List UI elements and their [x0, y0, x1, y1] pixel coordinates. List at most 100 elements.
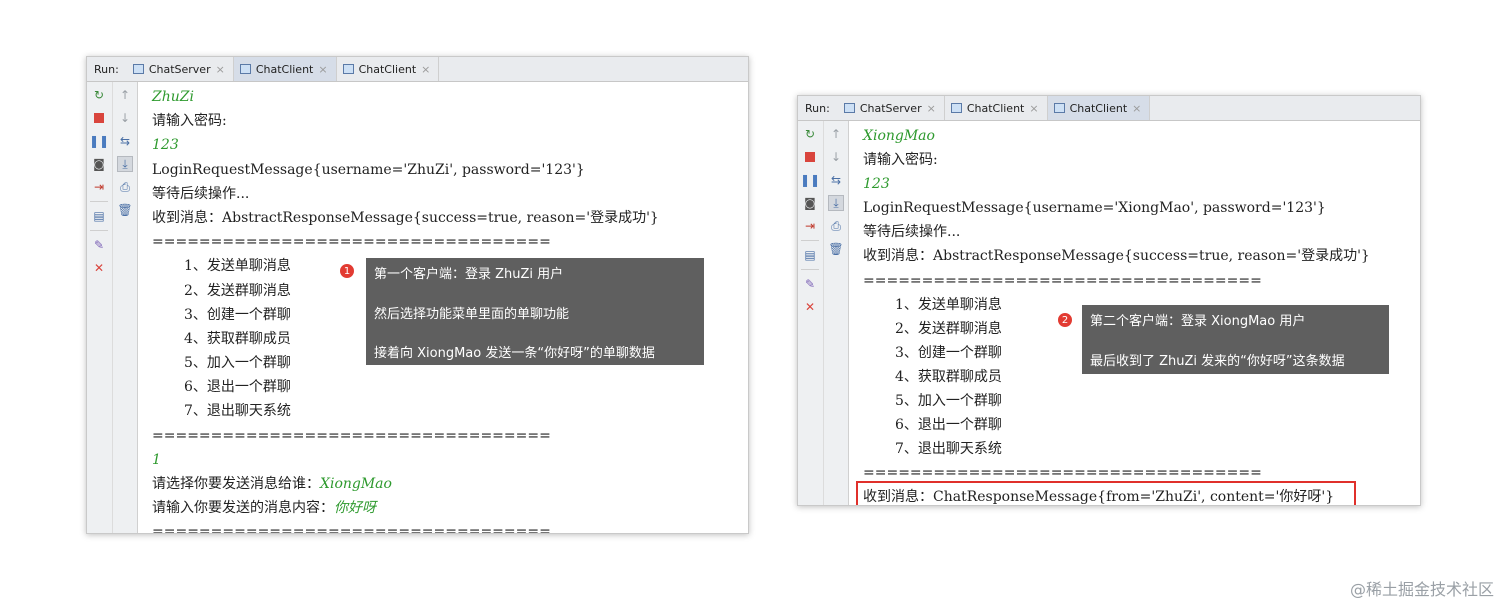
run-tab-bar: Run: ChatServer × ChatClient × ChatClien…	[87, 57, 748, 82]
camera-icon[interactable]: ◙	[802, 195, 818, 211]
stop-icon[interactable]	[91, 110, 107, 126]
run-label: Run:	[805, 101, 830, 115]
console-line: 请选择你要发送消息给谁：XiongMao	[152, 472, 748, 496]
pin-icon[interactable]: ✎	[91, 237, 107, 253]
run-config-icon	[1053, 103, 1065, 113]
close-icon[interactable]: ✕	[91, 260, 107, 276]
camera-icon[interactable]: ◙	[91, 156, 107, 172]
tab-label: ChatClient	[966, 101, 1025, 115]
run-toolbar: ↻ ❚❚ ◙ ⇥ ▤ ✎ ✕	[798, 121, 824, 505]
soft-wrap-icon[interactable]: ⇆	[117, 133, 133, 149]
callout-line: 第一个客户端：登录 ZhuZi 用户	[374, 267, 564, 282]
tab-label: ChatServer	[859, 101, 922, 115]
prompt-text: 请选择你要发送消息给谁：	[152, 476, 320, 492]
menu-line: 7、退出聊天系统	[895, 441, 1002, 458]
callout-line: 接着向 XiongMao 发送一条“你好呀”的单聊数据	[374, 346, 655, 361]
console-line: 收到消息：AbstractResponseMessage{success=tru…	[863, 248, 1370, 265]
arrow-up-icon[interactable]: ↑	[828, 126, 844, 142]
console-line: 1	[152, 451, 161, 468]
soft-wrap-icon[interactable]: ⇆	[828, 172, 844, 188]
scroll-to-end-icon[interactable]: ⤓	[117, 156, 133, 172]
print-icon[interactable]: ⎙	[117, 179, 133, 195]
exit-icon[interactable]: ⇥	[91, 179, 107, 195]
console-line: 请输入你要发送的消息内容：你好呀	[152, 496, 748, 520]
callout-line: 第二个客户端：登录 XiongMao 用户	[1090, 314, 1306, 329]
scroll-to-end-icon[interactable]: ⤓	[828, 195, 844, 211]
tab-label: ChatClient	[358, 62, 417, 76]
rerun-icon[interactable]: ↻	[91, 87, 107, 103]
console-line: 收到消息：AbstractResponseMessage{success=tru…	[152, 209, 659, 226]
step-badge: 2	[1057, 312, 1073, 328]
console-line: 123	[863, 176, 890, 193]
arrow-down-icon[interactable]: ↓	[117, 110, 133, 126]
stop-icon[interactable]	[802, 149, 818, 165]
user-input: XiongMao	[320, 476, 392, 492]
right-run-window: Run: ChatServer × ChatClient × ChatClien…	[797, 95, 1421, 506]
console-line: ==================================	[863, 272, 1262, 289]
close-icon[interactable]: ✕	[802, 299, 818, 315]
console-line: 等待后续操作...	[152, 185, 250, 202]
close-icon[interactable]: ×	[1132, 102, 1141, 115]
annotation-callout: 第二个客户端：登录 XiongMao 用户 最后收到了 ZhuZi 发来的“你好…	[1082, 305, 1389, 374]
close-icon[interactable]: ×	[421, 63, 430, 76]
close-icon[interactable]: ×	[1029, 102, 1038, 115]
console-line: 123	[152, 137, 179, 154]
menu-line: 7、退出聊天系统	[184, 403, 291, 420]
exit-icon[interactable]: ⇥	[802, 218, 818, 234]
console-line: LoginRequestMessage{username='ZhuZi', pa…	[152, 161, 585, 178]
tab-label: ChatClient	[1069, 101, 1128, 115]
run-config-icon	[239, 64, 251, 74]
layout-icon[interactable]: ▤	[802, 247, 818, 263]
menu-line: 6、退出一个群聊	[184, 379, 291, 396]
run-tab-bar: Run: ChatServer × ChatClient × ChatClien…	[798, 96, 1420, 121]
run-label: Run:	[94, 62, 119, 76]
console-line: ==================================	[863, 465, 1262, 482]
annotation-callout: 第一个客户端：登录 ZhuZi 用户 然后选择功能菜单里面的单聊功能 接着向 X…	[366, 258, 704, 365]
pause-icon[interactable]: ❚❚	[800, 172, 820, 188]
received-message-line: 收到消息：ChatResponseMessage{from='ZhuZi', c…	[863, 489, 1335, 505]
close-icon[interactable]: ×	[927, 102, 936, 115]
callout-line: 最后收到了 ZhuZi 发来的“你好呀”这条数据	[1090, 353, 1345, 369]
console-line: 请输入密码:	[863, 152, 938, 169]
run-toolbar: ↻ ❚❚ ◙ ⇥ ▤ ✎ ✕	[87, 82, 113, 533]
pin-icon[interactable]: ✎	[802, 276, 818, 292]
arrow-down-icon[interactable]: ↓	[828, 149, 844, 165]
user-input: 你好呀	[334, 500, 376, 517]
console-line: LoginRequestMessage{username='XiongMao',…	[863, 200, 1326, 217]
console-line: 等待后续操作...	[863, 224, 961, 241]
menu-line: 6、退出一个群聊	[895, 417, 1002, 434]
trash-icon[interactable]: 🗑	[117, 202, 133, 218]
run-config-icon	[950, 103, 962, 113]
rerun-icon[interactable]: ↻	[802, 126, 818, 142]
tab-chatclient-1[interactable]: ChatClient ×	[233, 57, 337, 81]
pause-icon[interactable]: ❚❚	[89, 133, 109, 149]
prompt-text: 请输入你要发送的消息内容：	[152, 500, 334, 517]
step-badge: 1	[339, 263, 355, 279]
tab-label: ChatClient	[255, 62, 314, 76]
tab-chatclient-2[interactable]: ChatClient ×	[337, 57, 440, 81]
layout-icon[interactable]: ▤	[91, 208, 107, 224]
tab-chatserver[interactable]: ChatServer ×	[838, 96, 945, 120]
run-config-icon	[132, 64, 144, 74]
console-line: ==================================	[152, 427, 551, 444]
console-line: XiongMao	[863, 128, 935, 144]
close-icon[interactable]: ×	[318, 63, 327, 76]
tab-chatclient-2[interactable]: ChatClient ×	[1047, 96, 1151, 120]
console-toolbar: ↑ ↓ ⇆ ⤓ ⎙ 🗑	[824, 121, 849, 505]
left-run-window: Run: ChatServer × ChatClient × ChatClien…	[86, 56, 749, 534]
arrow-up-icon[interactable]: ↑	[117, 87, 133, 103]
tab-label: ChatServer	[148, 62, 211, 76]
console-line: ==================================	[152, 234, 551, 251]
run-config-icon	[843, 103, 855, 113]
tab-chatserver[interactable]: ChatServer ×	[127, 57, 234, 81]
watermark: @稀土掘金技术社区	[1349, 580, 1494, 599]
close-icon[interactable]: ×	[216, 63, 225, 76]
console-line: ZhuZi	[152, 89, 194, 105]
trash-icon[interactable]: 🗑	[828, 241, 844, 257]
console-toolbar: ↑ ↓ ⇆ ⤓ ⎙ 🗑	[113, 82, 138, 533]
callout-line: 然后选择功能菜单里面的单聊功能	[374, 306, 570, 322]
print-icon[interactable]: ⎙	[828, 218, 844, 234]
run-config-icon	[342, 64, 354, 74]
console-line: 请输入密码:	[152, 113, 227, 130]
tab-chatclient-1[interactable]: ChatClient ×	[945, 96, 1048, 120]
